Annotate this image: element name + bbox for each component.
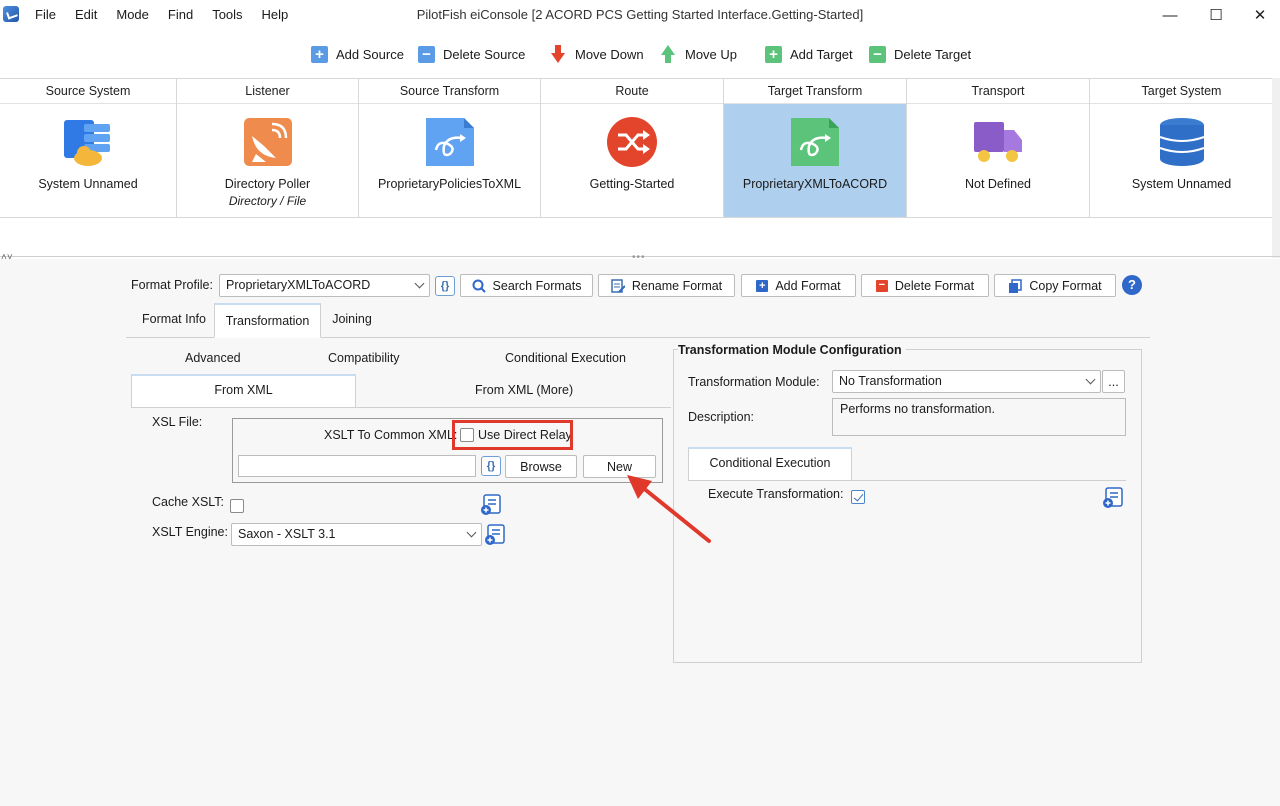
annotation-arrow-icon	[627, 475, 711, 543]
